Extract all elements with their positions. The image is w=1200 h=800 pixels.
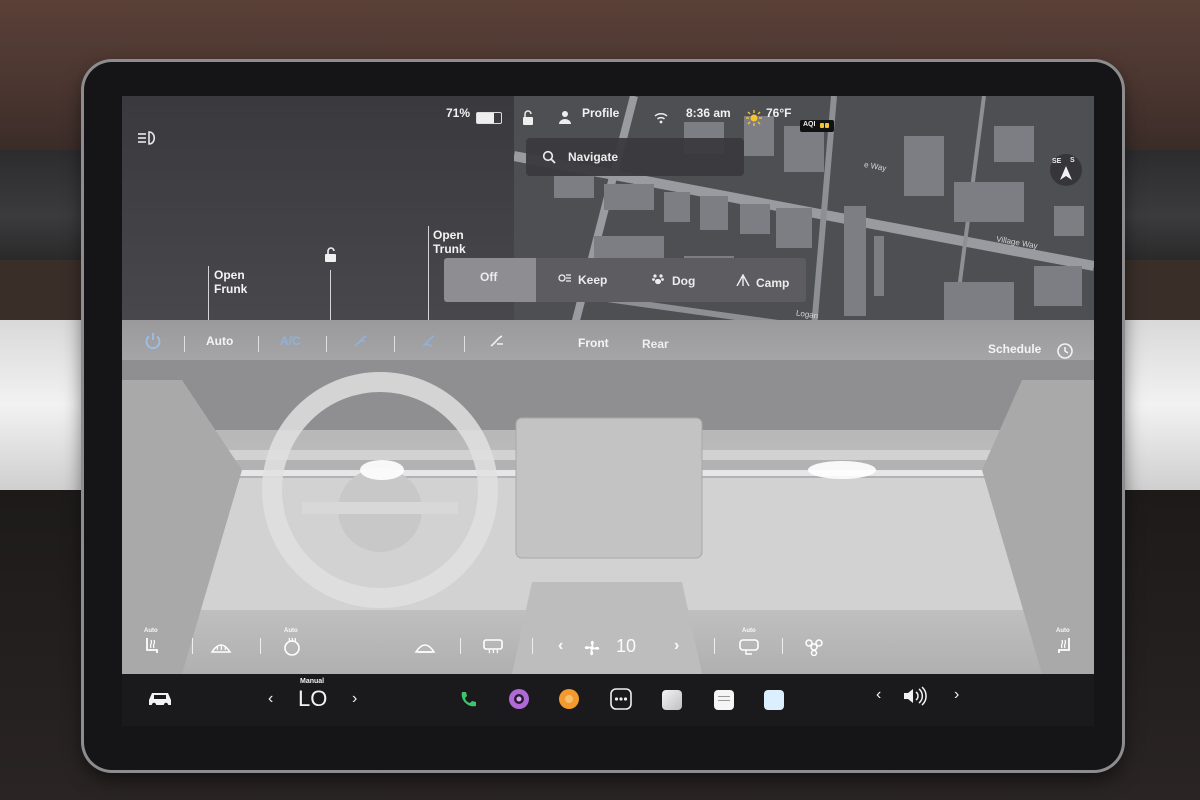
- fan-decrease-button[interactable]: ‹: [558, 637, 563, 655]
- divider: [532, 638, 533, 654]
- search-icon: [542, 150, 556, 164]
- browser-app-icon[interactable]: [764, 690, 784, 710]
- more-apps-icon[interactable]: [610, 688, 632, 710]
- outside-temperature: 76°F: [766, 106, 792, 120]
- notes-app-icon[interactable]: [714, 690, 734, 710]
- camera-app-icon[interactable]: [508, 688, 530, 710]
- clock-icon[interactable]: [1056, 342, 1074, 360]
- divider: [714, 638, 715, 654]
- profile-button[interactable]: Profile: [582, 106, 619, 120]
- auto-tag: Auto: [284, 628, 298, 634]
- compass-button[interactable]: SE S: [1050, 154, 1082, 186]
- compass-label: S: [1070, 157, 1075, 164]
- sun-icon: [746, 110, 762, 126]
- music-app-icon[interactable]: [558, 688, 580, 710]
- headlight-icon[interactable]: [136, 130, 158, 146]
- frunk-marker: [208, 266, 209, 320]
- keeper-camp-option[interactable]: Camp: [716, 258, 806, 302]
- climate-panel: Auto A/C Front Rear Schedule: [122, 320, 1094, 674]
- climate-controls: Auto Auto ‹ 10 › Auto Auto: [122, 628, 1094, 674]
- bioweapon-defense-icon[interactable]: [804, 638, 824, 656]
- compass-arrow-icon: [1060, 166, 1072, 180]
- divider: [464, 336, 465, 352]
- navigate-placeholder: Navigate: [568, 150, 619, 164]
- fan-keep-icon: [558, 274, 571, 282]
- airflow-feet-icon[interactable]: [488, 332, 506, 350]
- aqi-indicator: [825, 123, 829, 128]
- door-marker: [330, 270, 331, 320]
- keeper-off-label: Off: [480, 270, 498, 284]
- touchscreen: 71% Open Frunk Open Trunk e Way Village …: [122, 96, 1094, 726]
- auto-tag: Auto: [1056, 628, 1070, 634]
- wiper-defrost-icon[interactable]: [414, 640, 436, 654]
- aqi-label: AQI: [803, 121, 816, 128]
- climate-keeper-selector: Off Keep Dog Camp: [444, 258, 806, 302]
- steering-heater-icon[interactable]: [282, 636, 302, 656]
- toybox-app-icon[interactable]: [662, 690, 682, 710]
- fan-increase-button[interactable]: ›: [674, 637, 679, 655]
- keeper-off-option[interactable]: Off: [444, 258, 536, 302]
- unlock-icon[interactable]: [322, 246, 340, 264]
- volume-icon[interactable]: [902, 686, 928, 706]
- divider: [192, 638, 193, 654]
- seat-heater-right-icon[interactable]: [1054, 636, 1074, 656]
- profile-icon[interactable]: [558, 110, 572, 124]
- temp-value[interactable]: LO: [298, 686, 327, 712]
- keeper-camp-label: Camp: [756, 276, 790, 290]
- tent-icon: [736, 274, 750, 286]
- seat-heater-left-icon[interactable]: [142, 636, 162, 656]
- front-defrost-icon[interactable]: [210, 640, 232, 654]
- open-trunk-button[interactable]: Open Trunk: [433, 228, 466, 256]
- climate-toolbar: Auto A/C Front Rear Schedule: [122, 320, 1094, 368]
- keeper-keep-option[interactable]: Keep: [536, 258, 626, 302]
- wifi-icon: [654, 112, 668, 124]
- paw-icon: [652, 274, 664, 285]
- divider: [184, 336, 185, 352]
- keeper-dog-option[interactable]: Dog: [626, 258, 716, 302]
- temp-mode-label: Manual: [300, 678, 325, 685]
- temp-decrease-button[interactable]: ‹: [268, 690, 273, 708]
- volume-increase-button[interactable]: ›: [954, 686, 959, 704]
- clock: 8:36 am: [686, 106, 731, 120]
- rear-tab[interactable]: Rear: [642, 337, 669, 351]
- temp-increase-button[interactable]: ›: [352, 690, 357, 708]
- open-frunk-button[interactable]: Open Frunk: [214, 268, 247, 296]
- cabin-render: [122, 360, 1094, 674]
- phone-icon[interactable]: [458, 690, 478, 710]
- battery-percent: 71%: [446, 106, 471, 120]
- airflow-face-icon[interactable]: [352, 332, 370, 350]
- ac-button[interactable]: A/C: [280, 334, 301, 348]
- taskbar: ‹ Manual LO › ‹ ›: [122, 674, 1094, 726]
- divider: [260, 638, 261, 654]
- front-tab[interactable]: Front: [578, 336, 609, 350]
- recirculation-icon[interactable]: [738, 636, 760, 656]
- divider: [326, 336, 327, 352]
- aqi-indicator: [820, 123, 824, 128]
- airflow-face-feet-icon[interactable]: [420, 332, 438, 350]
- keeper-dog-label: Dog: [672, 274, 696, 288]
- rear-defrost-icon[interactable]: [482, 638, 504, 654]
- aqi-badge: AQI: [800, 120, 834, 132]
- trunk-marker: [428, 226, 429, 320]
- divider: [394, 336, 395, 352]
- auto-button[interactable]: Auto: [206, 334, 233, 348]
- fan-speed-value: 10: [616, 636, 637, 656]
- power-icon[interactable]: [144, 332, 162, 350]
- navigate-search-box[interactable]: Navigate: [526, 138, 744, 176]
- car-icon[interactable]: [146, 690, 174, 708]
- battery-icon: [476, 112, 502, 124]
- keeper-keep-label: Keep: [578, 273, 608, 287]
- divider: [258, 336, 259, 352]
- schedule-button[interactable]: Schedule: [988, 342, 1041, 356]
- lock-icon[interactable]: [520, 110, 536, 126]
- volume-decrease-button[interactable]: ‹: [876, 686, 881, 704]
- divider: [460, 638, 461, 654]
- divider: [782, 638, 783, 654]
- compass-label: SE: [1052, 158, 1062, 165]
- auto-tag: Auto: [144, 628, 158, 634]
- fan-icon: [584, 640, 600, 656]
- auto-tag: Auto: [742, 628, 756, 634]
